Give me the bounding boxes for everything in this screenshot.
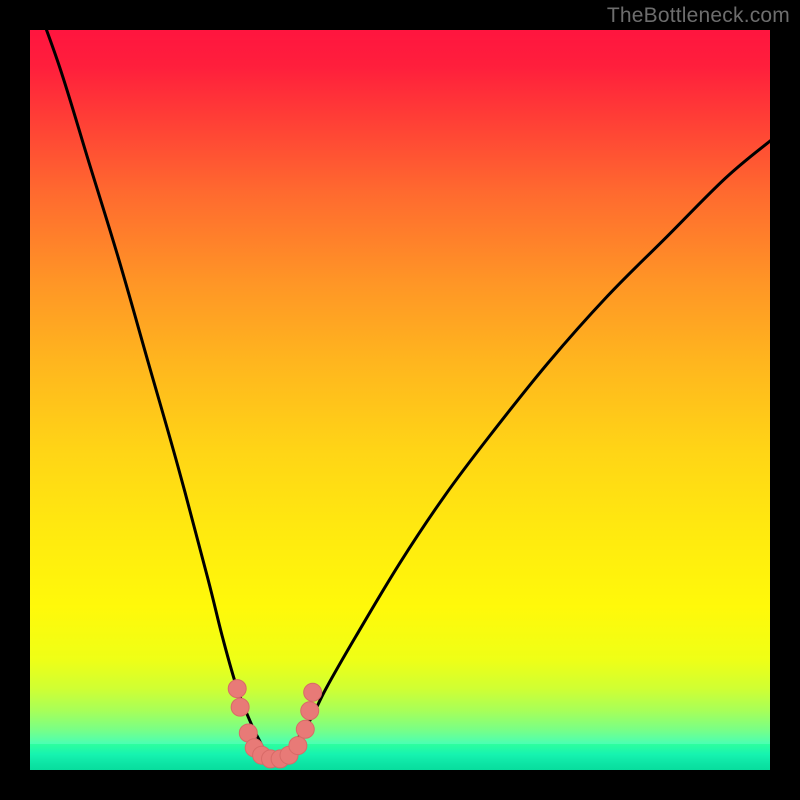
watermark-text: TheBottleneck.com: [607, 4, 790, 28]
curve-layer: [30, 30, 770, 770]
marker-dot: [231, 698, 249, 716]
marker-dot: [304, 683, 322, 701]
chart-frame: TheBottleneck.com: [0, 0, 800, 800]
plot-area: [30, 30, 770, 770]
near-minimum-markers: [228, 680, 321, 768]
marker-dot: [301, 702, 319, 720]
marker-dot: [228, 680, 246, 698]
bottleneck-curve-path: [30, 30, 770, 763]
marker-dot: [296, 720, 314, 738]
marker-dot: [289, 737, 307, 755]
bottleneck-curve: [30, 30, 770, 763]
